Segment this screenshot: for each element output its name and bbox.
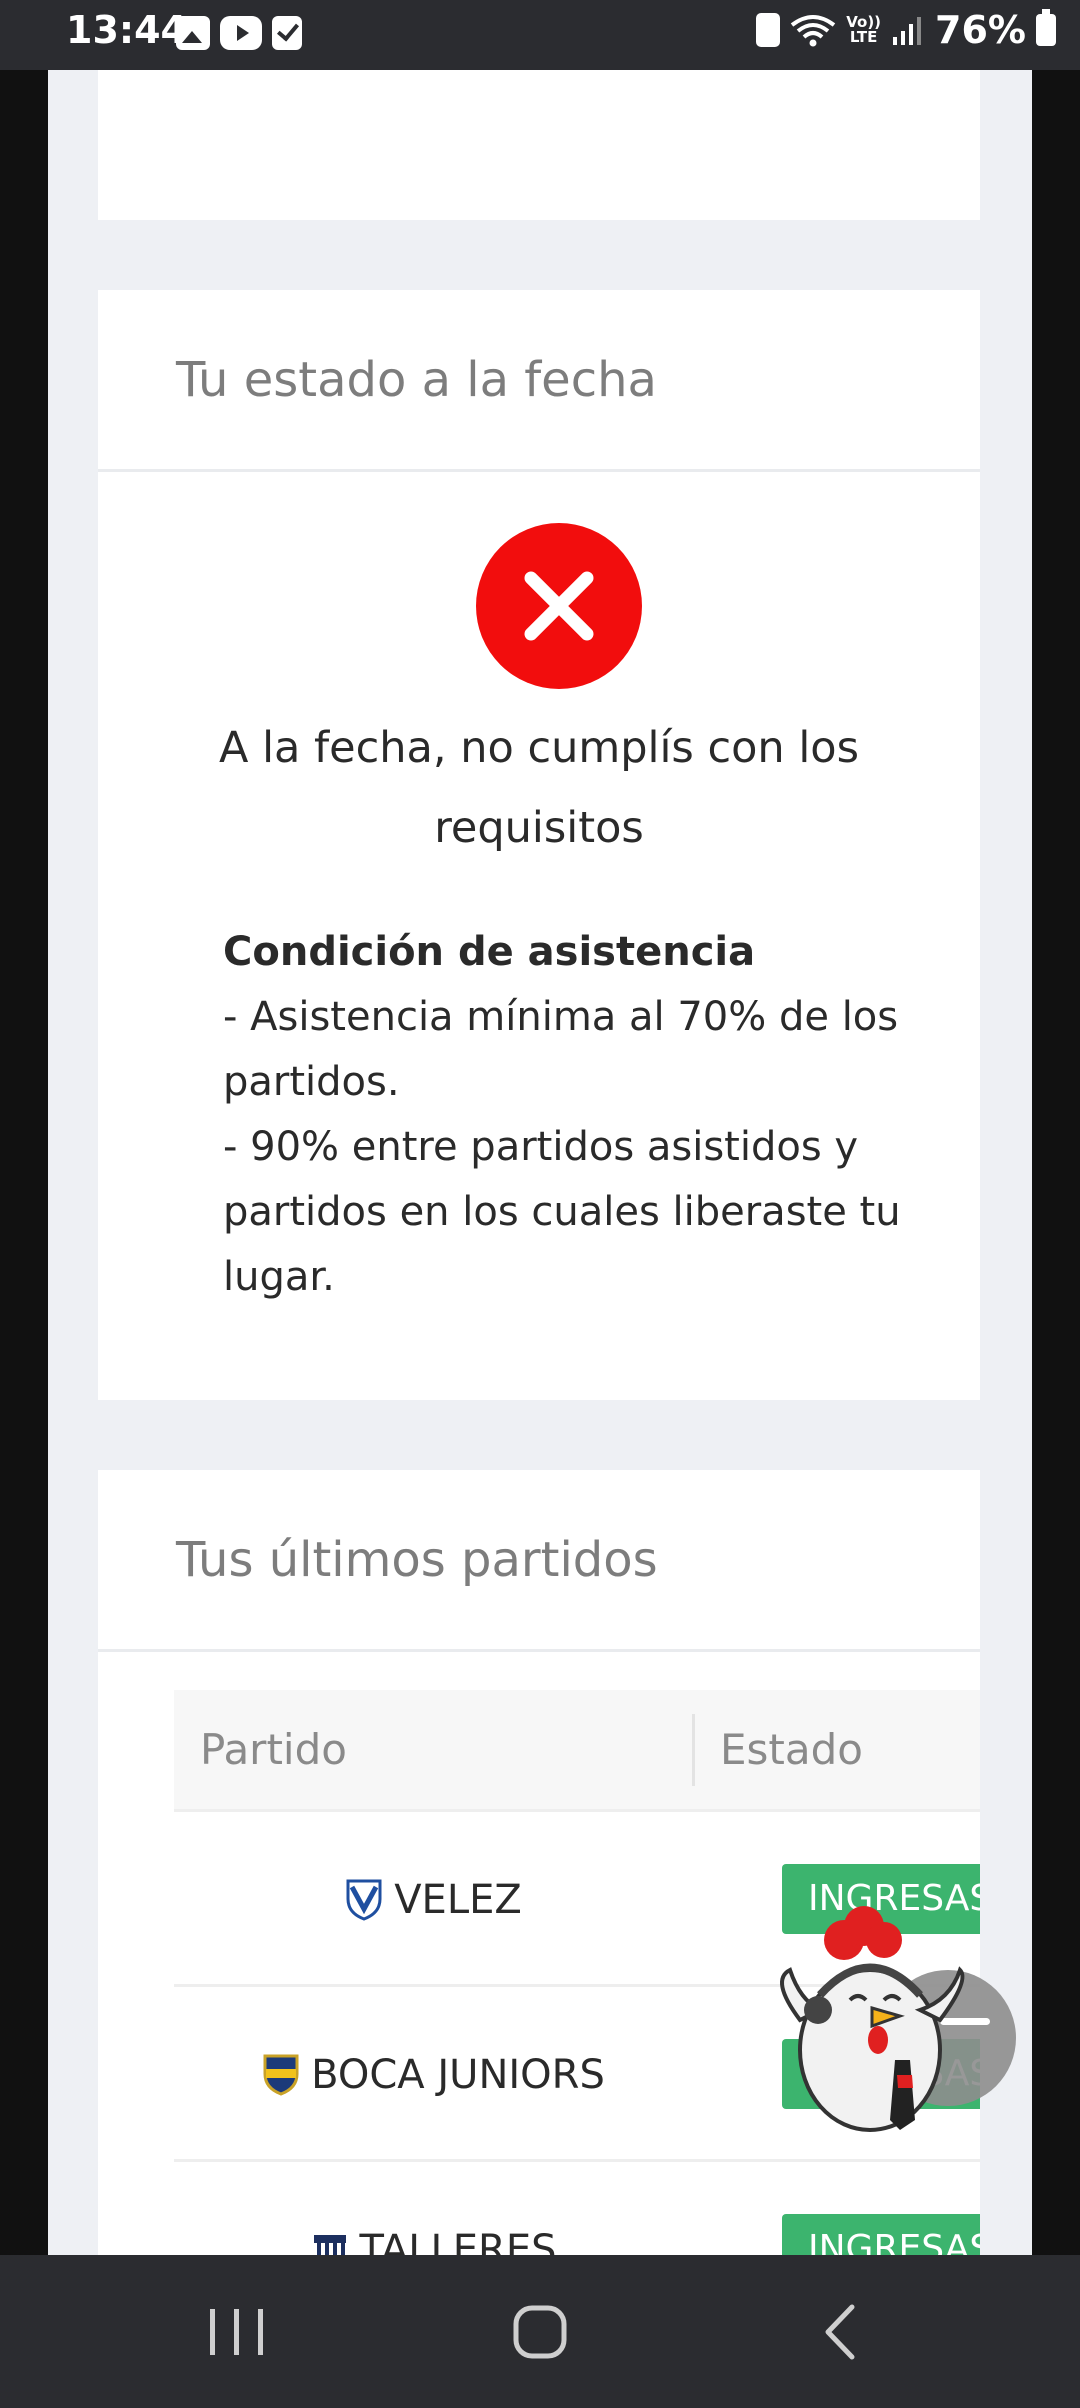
recent-apps-icon[interactable] bbox=[196, 2295, 276, 2369]
condition-block: Condición de asistencia - Asistencia mín… bbox=[223, 920, 903, 1310]
matches-card-header: Tus últimos partidos bbox=[98, 1470, 980, 1652]
battery-icon bbox=[1036, 9, 1056, 46]
wifi-icon bbox=[790, 13, 836, 47]
checkbox-icon bbox=[272, 16, 302, 50]
team-cell: TALLERES bbox=[174, 2162, 694, 2255]
condition-line: - 90% entre partidos asistidos y partido… bbox=[223, 1124, 901, 1300]
team-name: BOCA JUNIORS bbox=[311, 2051, 605, 2098]
navigation-bar bbox=[0, 2255, 1080, 2408]
battery-percent: 76% bbox=[935, 8, 1026, 52]
status-card: Tu estado a la fecha A la fecha, no cump… bbox=[98, 290, 980, 1400]
status-card-title: Tu estado a la fecha bbox=[176, 351, 657, 408]
team-name: TALLERES bbox=[359, 2226, 557, 2256]
status-card-header: Tu estado a la fecha bbox=[98, 290, 980, 472]
column-header-partido[interactable]: Partido bbox=[200, 1725, 347, 1774]
status-bar: 13:44 Vo)) LTE 76% bbox=[0, 0, 1080, 70]
system-status-icons: Vo)) LTE 76% bbox=[756, 8, 1056, 52]
gallery-icon bbox=[176, 16, 210, 50]
team-name: VELEZ bbox=[394, 1876, 522, 1923]
velez-crest-icon bbox=[346, 1879, 382, 1921]
lte-label: LTE bbox=[849, 28, 878, 46]
notification-icons bbox=[176, 16, 302, 50]
previous-card bbox=[98, 70, 980, 220]
status-message: A la fecha, no cumplís con los requisito… bbox=[218, 723, 860, 853]
table-header: Partido Estado bbox=[174, 1690, 980, 1812]
status-badge: INGRESASTE bbox=[782, 2214, 980, 2255]
boca-crest-icon bbox=[263, 2054, 299, 2096]
column-divider bbox=[692, 1714, 695, 1786]
signal-icon bbox=[891, 13, 925, 47]
volte-icon: Vo)) LTE bbox=[846, 15, 881, 45]
back-icon[interactable] bbox=[800, 2295, 880, 2369]
error-x-icon bbox=[476, 523, 642, 689]
team-cell: BOCA JUNIORS bbox=[174, 1987, 694, 2162]
rooster-mascot-icon bbox=[780, 1906, 965, 2132]
talleres-crest-icon bbox=[312, 2229, 348, 2255]
chatbot-button[interactable] bbox=[760, 1900, 1016, 2140]
home-icon[interactable] bbox=[500, 2295, 580, 2369]
matches-card-title: Tus últimos partidos bbox=[176, 1531, 658, 1588]
youtube-icon bbox=[220, 16, 262, 50]
battery-saver-icon bbox=[756, 13, 781, 47]
team-cell: VELEZ bbox=[174, 1812, 694, 1987]
clock: 13:44 bbox=[66, 8, 187, 52]
table-row[interactable]: TALLERES INGRESASTE bbox=[174, 2162, 980, 2255]
condition-title: Condición de asistencia bbox=[223, 929, 756, 975]
column-header-estado[interactable]: Estado bbox=[720, 1725, 863, 1774]
condition-line: - Asistencia mínima al 70% de los partid… bbox=[223, 994, 899, 1105]
